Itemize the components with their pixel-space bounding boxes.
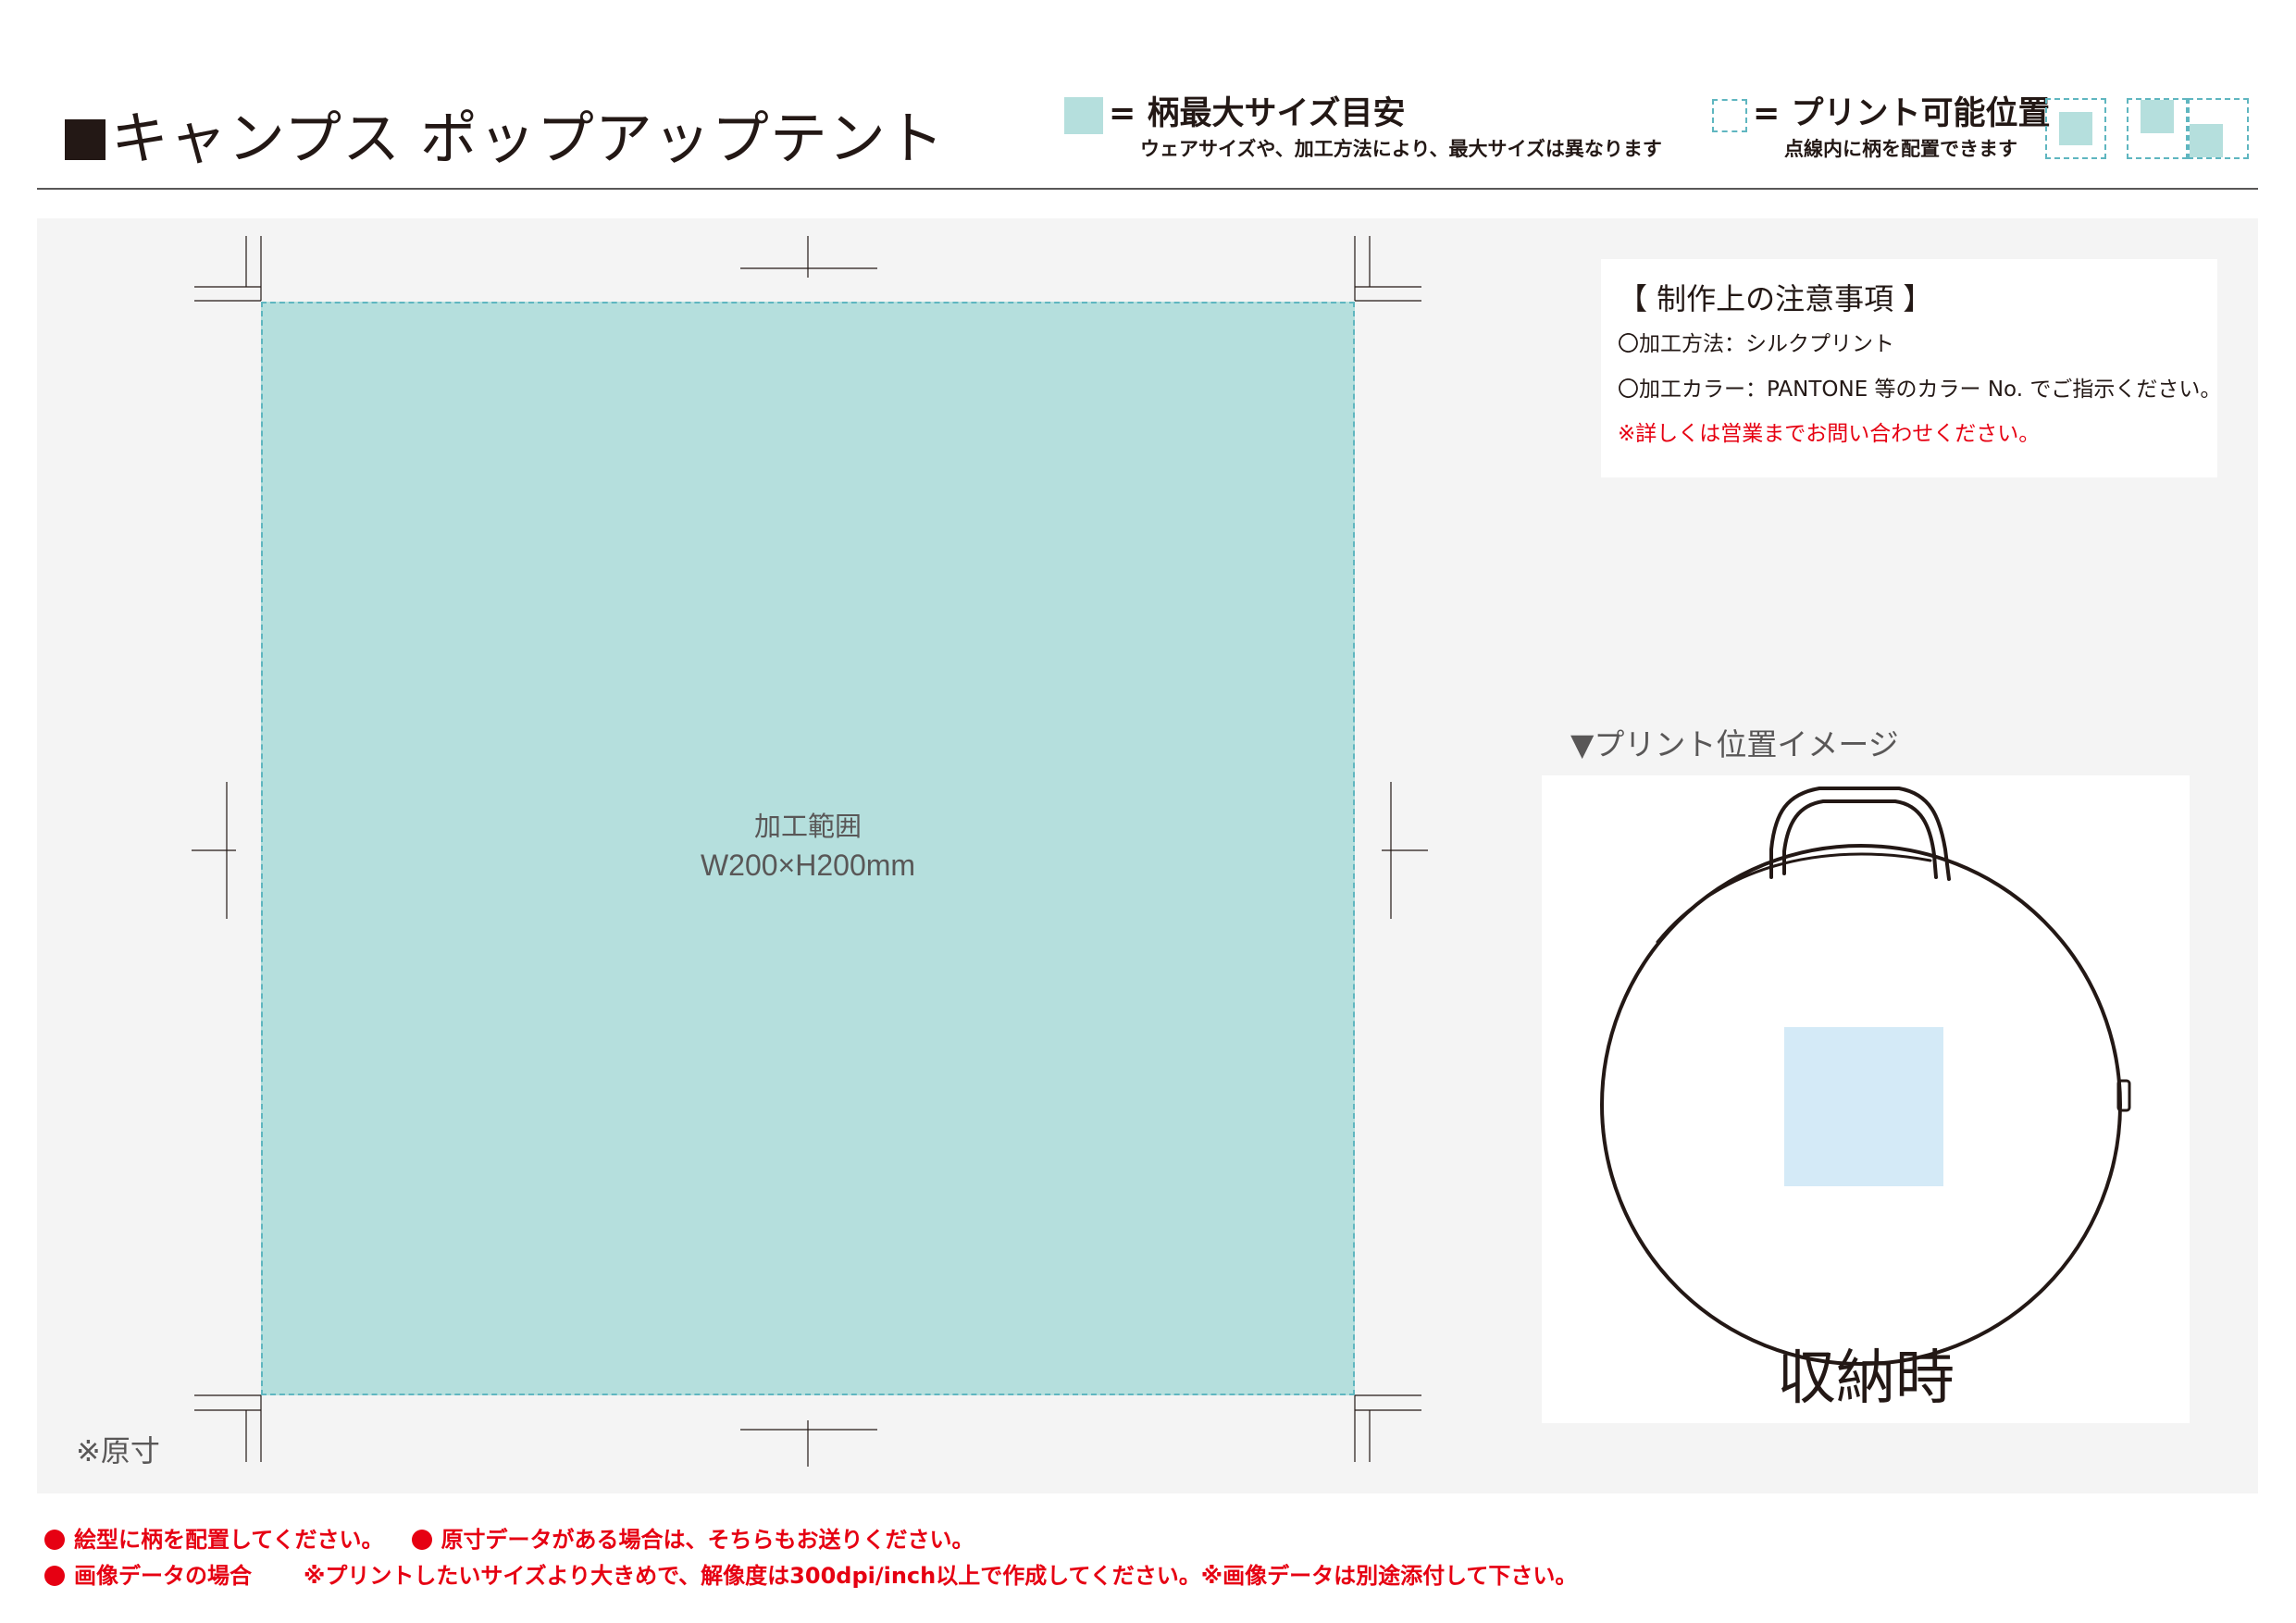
max-size-legend-label: = 柄最大サイズ目安 <box>1109 95 1406 132</box>
header-divider <box>37 188 2258 190</box>
stored-label: 収納時 <box>1777 1344 1955 1413</box>
print-position-legend-label: = プリント可能位置 <box>1753 95 2051 132</box>
bullet-dot-icon <box>44 1566 65 1586</box>
position-example-corner-icon <box>2188 98 2249 159</box>
footer-instructions-1: 絵型に柄を配置してください。 原寸データがある場合は、そちらもお送りください。 <box>44 1523 974 1556</box>
footer-text: 絵型に柄を配置してください。 <box>74 1527 384 1553</box>
position-example-fill <box>2141 100 2174 133</box>
bullet-dot-icon <box>44 1530 65 1550</box>
bullet-dot-icon <box>411 1530 432 1550</box>
position-example-center-icon <box>2045 98 2106 159</box>
position-example-top-icon <box>2127 98 2188 159</box>
notes-title: 【 制作上の注意事項 】 <box>1618 281 1933 316</box>
page-title-text: キャンプス ポップアップテント <box>111 105 945 172</box>
note-method: 〇加工方法：シルクプリント <box>1618 332 1894 356</box>
print-area-caption: 加工範囲 W200×H200mm <box>539 809 1077 885</box>
title-square-icon <box>65 119 105 160</box>
print-area-size: W200×H200mm <box>700 849 916 882</box>
max-size-swatch <box>1064 97 1103 134</box>
stored-bag-illustration <box>1600 787 2131 1366</box>
original-size-note: ※原寸 <box>76 1433 160 1468</box>
print-position-mark <box>1784 1027 1943 1186</box>
note-color: 〇加工カラー：PANTONE 等のカラー No. でご指示ください。 <box>1618 378 2222 402</box>
footer-text: 画像データの場合 <box>74 1563 252 1589</box>
footer-text: 原寸データがある場合は、そちらもお送りください。 <box>441 1527 974 1553</box>
position-example-fill <box>2190 124 2223 157</box>
position-example-fill <box>2059 112 2092 145</box>
footer-text: ※プリントしたいサイズより大きめで、解像度は300dpi/inch以上で作成して… <box>304 1563 1578 1589</box>
note-contact: ※詳しくは営業までお問い合わせください。 <box>1618 422 2041 446</box>
print-position-swatch <box>1712 99 1747 132</box>
max-size-legend-note: ウェアサイズや、加工方法により、最大サイズは異なります <box>1140 138 1662 160</box>
print-area-label: 加工範囲 <box>753 812 862 842</box>
footer-instructions-2: 画像データの場合 ※プリントしたいサイズより大きめで、解像度は300dpi/inc… <box>44 1559 1577 1592</box>
page-title: キャンプス ポップアップテント <box>65 102 945 176</box>
print-position-legend-note: 点線内に柄を配置できます <box>1784 138 2017 160</box>
print-position-image-caption: ▼プリント位置イメージ <box>1570 726 1899 762</box>
